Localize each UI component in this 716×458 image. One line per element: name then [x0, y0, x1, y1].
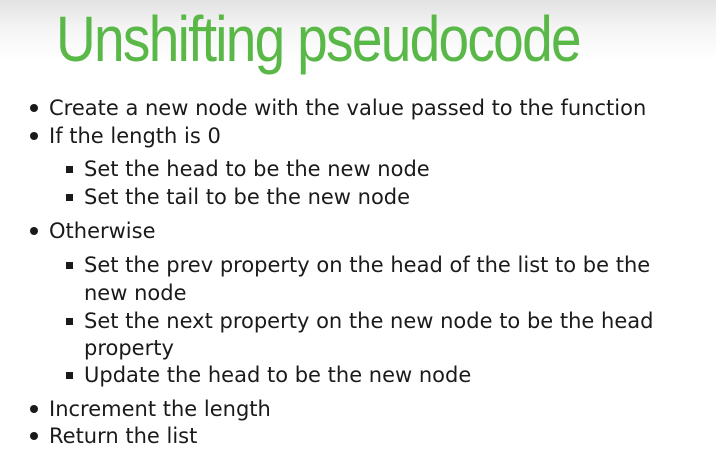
sub-bullet-text: Set the tail to be the new node	[84, 185, 411, 209]
sub-bullet-text: new node	[84, 281, 187, 305]
bullet-text: If the length is 0	[49, 124, 221, 148]
bullet-dot	[30, 132, 38, 140]
bullet-text: Return the list	[49, 424, 198, 448]
sub-bullet-text: Update the head to be the new node	[84, 363, 472, 387]
sub-bullet-square	[66, 262, 73, 269]
bullet-dot	[30, 227, 38, 235]
sub-bullet-text: Set the next property on the new node to…	[84, 309, 654, 333]
sub-bullet-square	[66, 372, 73, 379]
bullet-dot	[30, 405, 38, 413]
bullet-text: Create a new node with the value passed …	[49, 96, 647, 120]
bullet-dot	[30, 104, 38, 112]
bullet-text: Otherwise	[49, 219, 156, 243]
sub-bullet-square	[66, 194, 73, 201]
bullet-dot	[30, 432, 38, 440]
sub-bullet-text: property	[84, 336, 174, 360]
bullet-text: Increment the length	[49, 397, 271, 421]
sub-bullet-text: Set the head to be the new node	[84, 157, 430, 181]
slide-title: Unshifting pseudocode	[56, 3, 582, 75]
sub-bullet-square	[66, 318, 73, 325]
sub-bullet-text: Set the prev property on the head of the…	[84, 253, 651, 277]
sub-bullet-square	[66, 166, 73, 173]
